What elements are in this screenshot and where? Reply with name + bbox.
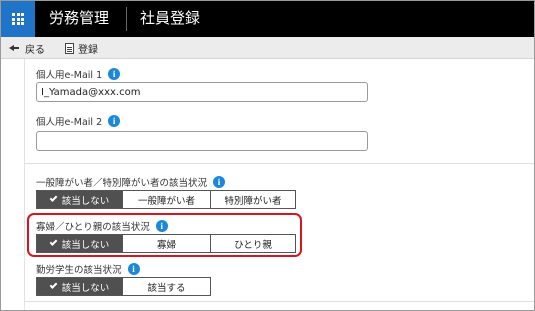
checkmark-icon bbox=[49, 194, 58, 202]
app-name: 労務管理 bbox=[49, 9, 110, 27]
option-label: 該当しない bbox=[61, 239, 110, 251]
widow-label: 寡婦／ひとり親の該当状況 i bbox=[36, 219, 168, 233]
arrow-left-icon bbox=[9, 42, 21, 54]
register-button[interactable]: 登録 bbox=[65, 37, 98, 59]
email1-label: 個人用e-Mail 1 i bbox=[36, 67, 121, 81]
info-icon[interactable]: i bbox=[213, 176, 226, 188]
disability-label-text: 一般障がい者／特別障がい者の該当状況 bbox=[36, 178, 208, 189]
option-label: 該当しない bbox=[61, 282, 110, 294]
app-header: 労務管理 社員登録 bbox=[1, 1, 534, 37]
student-label: 勤労学生の該当状況 i bbox=[36, 262, 140, 276]
toolbar: 戻る 登録 bbox=[1, 37, 534, 59]
info-icon[interactable]: i bbox=[155, 220, 168, 232]
email2-label: 個人用e-Mail 2 i bbox=[36, 114, 121, 128]
option-label: 一般障がい者 bbox=[137, 195, 195, 207]
app-launcher-button[interactable] bbox=[1, 1, 35, 37]
document-icon bbox=[65, 42, 74, 54]
disability-option-none[interactable]: 該当しない bbox=[37, 191, 122, 208]
app-window: 労務管理 社員登録 戻る 登録 個人用e-Mail 1 i I_Yamada@x… bbox=[0, 0, 535, 311]
checkmark-icon bbox=[49, 281, 58, 289]
option-label: 該当する bbox=[147, 282, 186, 294]
student-label-text: 勤労学生の該当状況 bbox=[36, 265, 122, 276]
section-divider bbox=[25, 163, 534, 164]
student-option-none[interactable]: 該当しない bbox=[37, 278, 122, 295]
disability-label: 一般障がい者／特別障がい者の該当状況 i bbox=[36, 175, 226, 189]
student-option-applicable[interactable]: 該当する bbox=[122, 278, 210, 295]
grid-icon bbox=[12, 13, 24, 25]
disability-segmented-control: 該当しない 一般障がい者 特別障がい者 bbox=[36, 190, 296, 209]
back-button[interactable]: 戻る bbox=[9, 37, 45, 59]
widow-option-single-parent[interactable]: ひとり親 bbox=[210, 235, 295, 252]
page-title: 社員登録 bbox=[140, 9, 201, 27]
student-segmented-control: 該当しない 該当する bbox=[36, 277, 211, 296]
header-divider bbox=[126, 7, 127, 31]
email1-label-text: 個人用e-Mail 1 bbox=[36, 70, 103, 81]
info-icon[interactable]: i bbox=[108, 68, 121, 80]
widow-label-text: 寡婦／ひとり親の該当状況 bbox=[36, 222, 150, 233]
disability-option-special[interactable]: 特別障がい者 bbox=[210, 191, 295, 208]
checkmark-icon bbox=[49, 238, 58, 246]
widow-option-widow[interactable]: 寡婦 bbox=[122, 235, 210, 252]
email2-label-text: 個人用e-Mail 2 bbox=[36, 117, 103, 128]
option-label: 特別障がい者 bbox=[224, 195, 282, 207]
bottom-divider bbox=[24, 301, 534, 302]
email1-input[interactable]: I_Yamada@xxx.com bbox=[36, 82, 368, 102]
info-icon[interactable]: i bbox=[127, 263, 140, 275]
widow-segmented-control: 該当しない 寡婦 ひとり親 bbox=[36, 234, 296, 253]
widow-option-none[interactable]: 該当しない bbox=[37, 235, 122, 252]
form-content: 個人用e-Mail 1 i I_Yamada@xxx.com 個人用e-Mail… bbox=[24, 59, 534, 310]
option-label: ひとり親 bbox=[234, 239, 272, 251]
disability-option-general[interactable]: 一般障がい者 bbox=[122, 191, 210, 208]
option-label: 該当しない bbox=[61, 195, 110, 207]
back-label: 戻る bbox=[25, 44, 45, 56]
register-label: 登録 bbox=[78, 44, 98, 56]
info-icon[interactable]: i bbox=[108, 115, 121, 127]
option-label: 寡婦 bbox=[156, 239, 176, 251]
email2-input[interactable] bbox=[36, 131, 368, 151]
